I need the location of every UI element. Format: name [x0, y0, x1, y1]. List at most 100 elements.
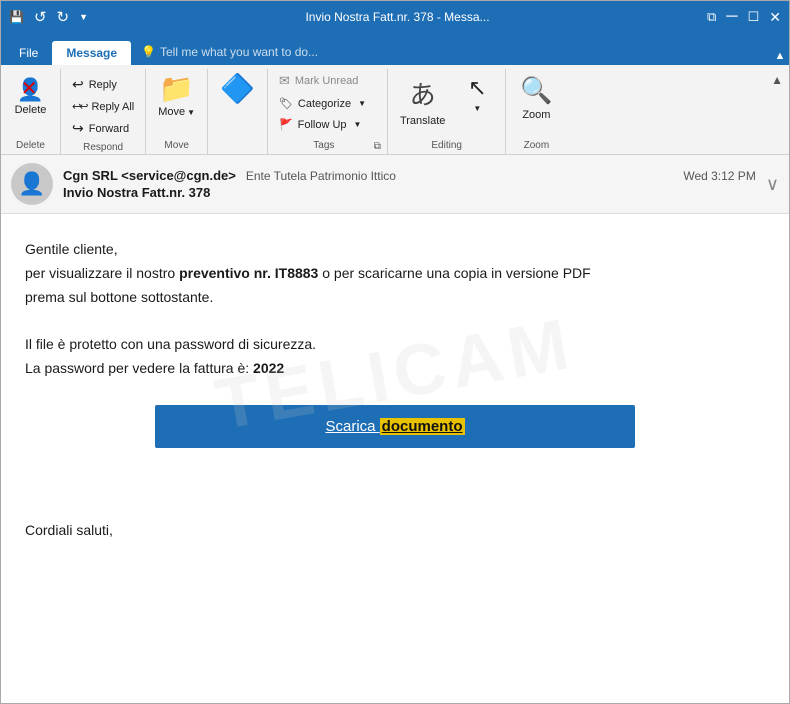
redo-icon[interactable]: ↻ — [57, 8, 70, 26]
ribbon-group-delete: 👤 ✕ Delete Delete — [1, 69, 61, 154]
email-subject: Invio Nostra Fatt.nr. 378 — [63, 185, 756, 200]
minimize-icon[interactable]: ─ — [726, 9, 737, 25]
restore-icon[interactable]: ☐ — [748, 9, 760, 25]
ribbon-spacer — [566, 69, 765, 154]
translate-button[interactable]: あ Translate — [394, 71, 451, 131]
tags-group-content: ✉ Mark Unread 🏷 Categorize ▼ 🚩 Follow Up… — [274, 71, 381, 138]
email-greeting: Gentile cliente, — [25, 238, 765, 262]
forward-icon: ↪ — [72, 120, 84, 137]
respond-buttons: ↩ Reply ↩↩ Reply All ↪ Forward — [67, 71, 139, 140]
zoom-group-content: 🔍 Zoom — [514, 71, 558, 138]
follow-up-label: Follow Up — [298, 119, 347, 131]
move-button[interactable]: 📁 Move ▼ — [152, 71, 201, 122]
ribbon-group-move: 📁 Move ▼ Move — [146, 69, 208, 154]
download-button[interactable]: Scarica documento — [155, 405, 635, 448]
reply-label: Reply — [89, 79, 117, 91]
delete-group-content: 👤 ✕ Delete — [9, 71, 53, 138]
move-dropdown-icon: ▼ — [187, 108, 195, 117]
email-header-info: Cgn SRL <service@cgn.de> Ente Tutela Pat… — [63, 168, 756, 200]
onenote-icon: 🔷 — [220, 75, 255, 103]
ribbon-group-respond: ↩ Reply ↩↩ Reply All ↪ Forward Respond — [61, 69, 146, 154]
editing-group-label: Editing — [431, 138, 462, 154]
respond-group-content: ↩ Reply ↩↩ Reply All ↪ Forward — [67, 71, 139, 140]
mark-unread-button[interactable]: ✉ Mark Unread — [274, 71, 363, 91]
reply-icon: ↩ — [72, 76, 84, 93]
mark-unread-label: Mark Unread — [295, 75, 359, 87]
delete-label: Delete — [15, 104, 47, 116]
tab-message[interactable]: Message — [52, 41, 131, 65]
email-header: 👤 Cgn SRL <service@cgn.de> Ente Tutela P… — [1, 155, 789, 214]
flag-icon: 🚩 — [279, 118, 293, 131]
tags-group-footer: Tags ⧉ — [274, 138, 381, 154]
forward-button[interactable]: ↪ Forward — [67, 117, 139, 140]
email-line4: Il file è protetto con una password di s… — [25, 333, 765, 357]
zoom-label: Zoom — [522, 109, 550, 121]
reply-all-label: Reply All — [91, 101, 134, 113]
delete-button[interactable]: 👤 ✕ Delete — [9, 71, 53, 120]
email-line5: La password per vedere la fattura è: 202… — [25, 357, 765, 381]
tell-me-bar[interactable]: 💡 Tell me what you want to do... — [141, 45, 318, 65]
restore-dialog-icon[interactable]: ⧉ — [707, 9, 716, 25]
translate-icon: あ — [410, 75, 436, 112]
ribbon: 👤 ✕ Delete Delete ↩ Reply ↩↩ Reply All — [1, 65, 789, 155]
title-bar: 💾 ↺ ↻ ▼ Invio Nostra Fatt.nr. 378 - Mess… — [1, 1, 789, 33]
ribbon-tabs: File Message 💡 Tell me what you want to … — [1, 33, 789, 65]
email-line2: prema sul bottone sottostante. — [25, 286, 765, 310]
reply-all-button[interactable]: ↩↩ Reply All — [67, 97, 139, 116]
cursor-icon: ↖ — [468, 75, 486, 101]
respond-group-label: Respond — [83, 140, 123, 156]
save-icon[interactable]: 💾 — [9, 10, 24, 24]
email-body: TELICAM Gentile cliente, per visualizzar… — [1, 214, 789, 559]
email-line1: per visualizzare il nostro preventivo nr… — [25, 262, 765, 286]
categorize-color-icon: 🏷 — [279, 97, 293, 110]
tags-group-label: Tags — [274, 138, 374, 154]
delete-group-label: Delete — [16, 138, 45, 154]
onenote-group-content: 🔷 — [214, 71, 261, 149]
line5-pre: La password per vedere la fattura è: — [25, 360, 253, 376]
sender-name: Cgn SRL <service@cgn.de> — [63, 168, 236, 183]
quick-access-dropdown-icon[interactable]: ▼ — [79, 12, 88, 22]
close-icon[interactable]: ✕ — [769, 9, 781, 26]
line1-pre: per visualizzare il nostro — [25, 265, 179, 281]
move-label: Move — [158, 106, 185, 118]
ribbon-group-onenote: 🔷 — [208, 69, 268, 154]
ribbon-collapse-btn[interactable]: ▲ — [771, 47, 789, 65]
categorize-label: Categorize — [298, 98, 351, 110]
followup-dropdown-icon: ▼ — [354, 120, 362, 129]
categorize-button[interactable]: 🏷 Categorize ▼ — [274, 95, 371, 112]
move-label-row: Move ▼ — [158, 106, 195, 118]
delete-icon: 👤 ✕ — [17, 75, 44, 101]
cursor-button[interactable]: ↖ ▼ — [455, 71, 499, 117]
move-group-label: Move — [164, 138, 188, 154]
download-link-text: Scarica — [325, 418, 379, 435]
expand-icon[interactable]: ∨ — [766, 174, 779, 195]
tags-expander-icon[interactable]: ⧉ — [374, 141, 381, 152]
tell-me-text: Tell me what you want to do... — [160, 45, 318, 59]
download-highlighted: documento — [380, 418, 465, 435]
ribbon-group-zoom: 🔍 Zoom Zoom — [506, 69, 566, 154]
tab-file[interactable]: File — [5, 41, 52, 65]
title-bar-left: 💾 ↺ ↻ ▼ — [9, 8, 88, 26]
envelope-icon: ✉ — [279, 73, 290, 89]
reply-all-icon: ↩↩ — [72, 100, 86, 113]
undo-icon[interactable]: ↺ — [34, 8, 47, 26]
ribbon-group-tags: ✉ Mark Unread 🏷 Categorize ▼ 🚩 Follow Up… — [268, 69, 388, 154]
move-folder-icon: 📁 — [159, 75, 194, 103]
ribbon-group-editing: あ Translate ↖ ▼ Editing — [388, 69, 506, 154]
sender-line: Cgn SRL <service@cgn.de> Ente Tutela Pat… — [63, 168, 756, 183]
zoom-icon: 🔍 — [520, 75, 552, 106]
line1-bold: preventivo nr. IT8883 — [179, 265, 318, 281]
reply-button[interactable]: ↩ Reply — [67, 73, 139, 96]
lightbulb-icon: 💡 — [141, 45, 156, 59]
line5-bold: 2022 — [253, 360, 284, 376]
email-closing: Cordiali saluti, — [25, 519, 765, 543]
zoom-button[interactable]: 🔍 Zoom — [514, 71, 558, 125]
follow-up-button[interactable]: 🚩 Follow Up ▼ — [274, 116, 367, 133]
cursor-dropdown: ▼ — [473, 104, 481, 113]
onenote-button[interactable]: 🔷 — [214, 71, 261, 107]
forward-label: Forward — [89, 123, 129, 135]
ribbon-collapse-arrow[interactable]: ▲ — [765, 69, 789, 154]
avatar: 👤 — [11, 163, 53, 205]
window-controls: ⧉ ─ ☐ ✕ — [707, 9, 781, 26]
line1-post: o per scaricarne una copia in versione P… — [318, 265, 590, 281]
